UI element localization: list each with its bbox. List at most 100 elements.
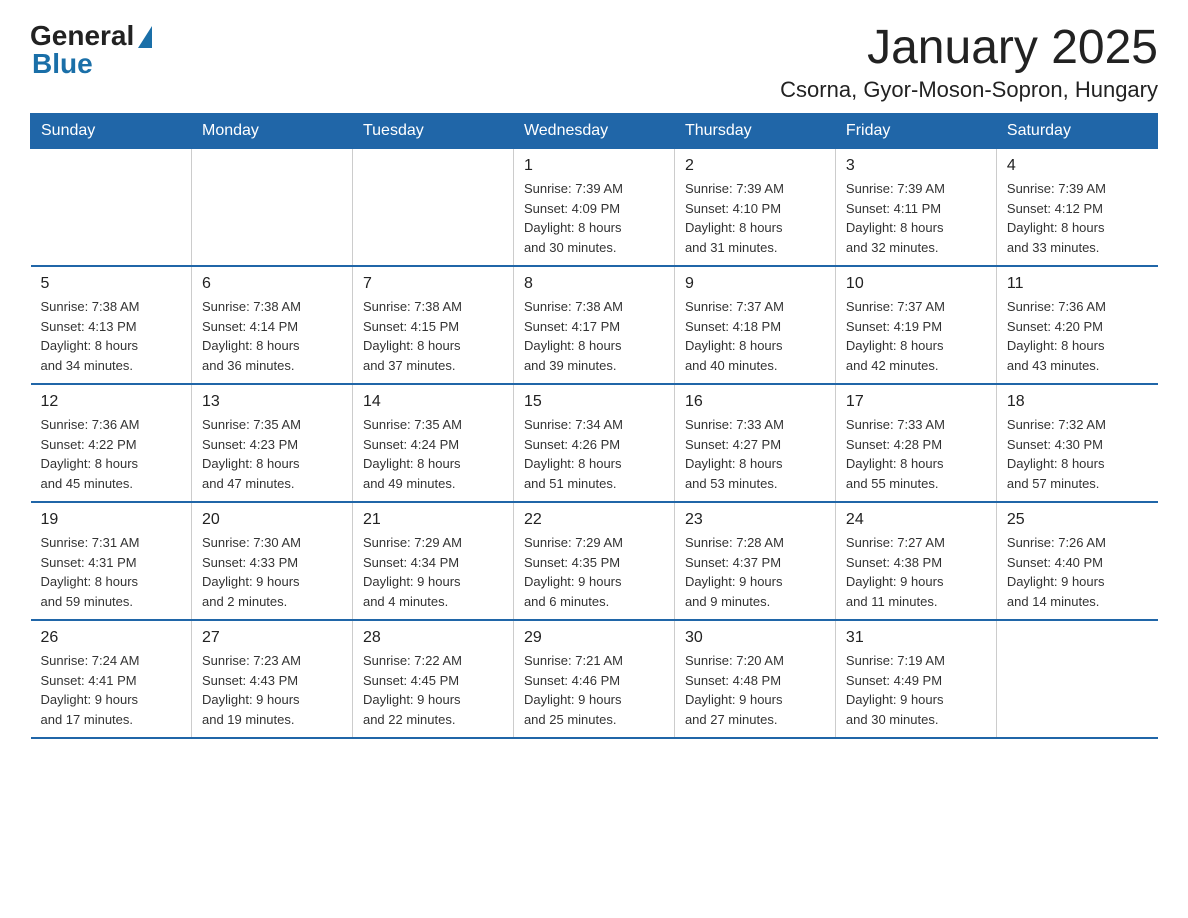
- calendar-cell: 4 Sunrise: 7:39 AM Sunset: 4:12 PM Daylig…: [996, 149, 1157, 267]
- day-number: 15: [524, 393, 664, 411]
- day-number: 17: [846, 393, 986, 411]
- day-info: Sunrise: 7:26 AM Sunset: 4:40 PM Dayligh…: [1007, 533, 1148, 611]
- day-number: 20: [202, 511, 342, 529]
- calendar-cell: 5 Sunrise: 7:38 AM Sunset: 4:13 PM Daylig…: [31, 266, 192, 384]
- calendar-cell: 30 Sunrise: 7:20 AM Sunset: 4:48 PM Dayli…: [674, 620, 835, 738]
- day-number: 28: [363, 629, 503, 647]
- day-number: 4: [1007, 157, 1148, 175]
- day-number: 29: [524, 629, 664, 647]
- day-number: 31: [846, 629, 986, 647]
- calendar-cell: 29 Sunrise: 7:21 AM Sunset: 4:46 PM Dayli…: [513, 620, 674, 738]
- calendar-table: SundayMondayTuesdayWednesdayThursdayFrid…: [30, 113, 1158, 739]
- calendar-cell: 18 Sunrise: 7:32 AM Sunset: 4:30 PM Dayli…: [996, 384, 1157, 502]
- day-number: 23: [685, 511, 825, 529]
- day-info: Sunrise: 7:20 AM Sunset: 4:48 PM Dayligh…: [685, 651, 825, 729]
- day-number: 26: [41, 629, 181, 647]
- calendar-cell: 16 Sunrise: 7:33 AM Sunset: 4:27 PM Dayli…: [674, 384, 835, 502]
- day-number: 21: [363, 511, 503, 529]
- week-row-5: 26 Sunrise: 7:24 AM Sunset: 4:41 PM Dayli…: [31, 620, 1158, 738]
- day-number: 8: [524, 275, 664, 293]
- logo-blue-text: Blue: [32, 48, 93, 80]
- calendar-cell: 19Sunrise: 7:31 AM Sunset: 4:31 PM Dayli…: [31, 502, 192, 620]
- day-info: Sunrise: 7:28 AM Sunset: 4:37 PM Dayligh…: [685, 533, 825, 611]
- day-number: 16: [685, 393, 825, 411]
- day-number: 12: [41, 393, 181, 411]
- calendar-cell: 21 Sunrise: 7:29 AM Sunset: 4:34 PM Dayli…: [352, 502, 513, 620]
- calendar-cell: 24Sunrise: 7:27 AM Sunset: 4:38 PM Dayli…: [835, 502, 996, 620]
- calendar-cell: 7Sunrise: 7:38 AM Sunset: 4:15 PM Daylig…: [352, 266, 513, 384]
- day-number: 22: [524, 511, 664, 529]
- calendar-cell: 27 Sunrise: 7:23 AM Sunset: 4:43 PM Dayli…: [191, 620, 352, 738]
- calendar-title: January 2025: [780, 20, 1158, 75]
- day-info: Sunrise: 7:31 AM Sunset: 4:31 PM Dayligh…: [41, 533, 181, 611]
- day-info: Sunrise: 7:29 AM Sunset: 4:35 PM Dayligh…: [524, 533, 664, 611]
- day-info: Sunrise: 7:21 AM Sunset: 4:46 PM Dayligh…: [524, 651, 664, 729]
- calendar-cell: 11 Sunrise: 7:36 AM Sunset: 4:20 PM Dayli…: [996, 266, 1157, 384]
- day-number: 10: [846, 275, 986, 293]
- day-info: Sunrise: 7:23 AM Sunset: 4:43 PM Dayligh…: [202, 651, 342, 729]
- day-number: 18: [1007, 393, 1148, 411]
- week-row-2: 5 Sunrise: 7:38 AM Sunset: 4:13 PM Daylig…: [31, 266, 1158, 384]
- calendar-cell: 14 Sunrise: 7:35 AM Sunset: 4:24 PM Dayli…: [352, 384, 513, 502]
- calendar-cell: 25 Sunrise: 7:26 AM Sunset: 4:40 PM Dayli…: [996, 502, 1157, 620]
- day-number: 13: [202, 393, 342, 411]
- day-header-thursday: Thursday: [674, 114, 835, 149]
- calendar-cell: 31Sunrise: 7:19 AM Sunset: 4:49 PM Dayli…: [835, 620, 996, 738]
- calendar-cell: 12 Sunrise: 7:36 AM Sunset: 4:22 PM Dayli…: [31, 384, 192, 502]
- day-info: Sunrise: 7:34 AM Sunset: 4:26 PM Dayligh…: [524, 415, 664, 493]
- day-header-saturday: Saturday: [996, 114, 1157, 149]
- day-number: 30: [685, 629, 825, 647]
- day-number: 3: [846, 157, 986, 175]
- day-header-friday: Friday: [835, 114, 996, 149]
- day-number: 6: [202, 275, 342, 293]
- title-area: January 2025 Csorna, Gyor-Moson-Sopron, …: [780, 20, 1158, 103]
- calendar-cell: 26 Sunrise: 7:24 AM Sunset: 4:41 PM Dayli…: [31, 620, 192, 738]
- header: General Blue January 2025 Csorna, Gyor-M…: [30, 20, 1158, 103]
- day-info: Sunrise: 7:33 AM Sunset: 4:28 PM Dayligh…: [846, 415, 986, 493]
- day-info: Sunrise: 7:38 AM Sunset: 4:13 PM Dayligh…: [41, 297, 181, 375]
- day-info: Sunrise: 7:38 AM Sunset: 4:17 PM Dayligh…: [524, 297, 664, 375]
- calendar-cell: 23 Sunrise: 7:28 AM Sunset: 4:37 PM Dayli…: [674, 502, 835, 620]
- week-row-4: 19Sunrise: 7:31 AM Sunset: 4:31 PM Dayli…: [31, 502, 1158, 620]
- logo: General Blue: [30, 20, 152, 80]
- day-number: 5: [41, 275, 181, 293]
- day-number: 27: [202, 629, 342, 647]
- day-info: Sunrise: 7:39 AM Sunset: 4:12 PM Dayligh…: [1007, 179, 1148, 257]
- calendar-cell: 1Sunrise: 7:39 AM Sunset: 4:09 PM Daylig…: [513, 149, 674, 267]
- day-number: 1: [524, 157, 664, 175]
- calendar-cell: 9 Sunrise: 7:37 AM Sunset: 4:18 PM Daylig…: [674, 266, 835, 384]
- day-info: Sunrise: 7:36 AM Sunset: 4:22 PM Dayligh…: [41, 415, 181, 493]
- day-number: 25: [1007, 511, 1148, 529]
- calendar-cell: [996, 620, 1157, 738]
- calendar-cell: 2Sunrise: 7:39 AM Sunset: 4:10 PM Daylig…: [674, 149, 835, 267]
- day-info: Sunrise: 7:36 AM Sunset: 4:20 PM Dayligh…: [1007, 297, 1148, 375]
- calendar-cell: 3 Sunrise: 7:39 AM Sunset: 4:11 PM Daylig…: [835, 149, 996, 267]
- day-header-sunday: Sunday: [31, 114, 192, 149]
- day-info: Sunrise: 7:32 AM Sunset: 4:30 PM Dayligh…: [1007, 415, 1148, 493]
- calendar-cell: 10Sunrise: 7:37 AM Sunset: 4:19 PM Dayli…: [835, 266, 996, 384]
- day-info: Sunrise: 7:39 AM Sunset: 4:10 PM Dayligh…: [685, 179, 825, 257]
- calendar-cell: 22 Sunrise: 7:29 AM Sunset: 4:35 PM Dayli…: [513, 502, 674, 620]
- day-header-tuesday: Tuesday: [352, 114, 513, 149]
- day-number: 7: [363, 275, 503, 293]
- day-header-row: SundayMondayTuesdayWednesdayThursdayFrid…: [31, 114, 1158, 149]
- calendar-cell: [31, 149, 192, 267]
- day-info: Sunrise: 7:39 AM Sunset: 4:11 PM Dayligh…: [846, 179, 986, 257]
- day-info: Sunrise: 7:38 AM Sunset: 4:14 PM Dayligh…: [202, 297, 342, 375]
- day-number: 9: [685, 275, 825, 293]
- day-number: 14: [363, 393, 503, 411]
- calendar-cell: 13 Sunrise: 7:35 AM Sunset: 4:23 PM Dayli…: [191, 384, 352, 502]
- logo-triangle-icon: [138, 26, 152, 48]
- calendar-cell: 17 Sunrise: 7:33 AM Sunset: 4:28 PM Dayli…: [835, 384, 996, 502]
- day-info: Sunrise: 7:30 AM Sunset: 4:33 PM Dayligh…: [202, 533, 342, 611]
- day-info: Sunrise: 7:24 AM Sunset: 4:41 PM Dayligh…: [41, 651, 181, 729]
- day-info: Sunrise: 7:35 AM Sunset: 4:23 PM Dayligh…: [202, 415, 342, 493]
- calendar-cell: 8 Sunrise: 7:38 AM Sunset: 4:17 PM Daylig…: [513, 266, 674, 384]
- day-info: Sunrise: 7:29 AM Sunset: 4:34 PM Dayligh…: [363, 533, 503, 611]
- day-info: Sunrise: 7:33 AM Sunset: 4:27 PM Dayligh…: [685, 415, 825, 493]
- day-info: Sunrise: 7:22 AM Sunset: 4:45 PM Dayligh…: [363, 651, 503, 729]
- day-number: 11: [1007, 275, 1148, 293]
- day-info: Sunrise: 7:37 AM Sunset: 4:18 PM Dayligh…: [685, 297, 825, 375]
- calendar-subtitle: Csorna, Gyor-Moson-Sopron, Hungary: [780, 77, 1158, 103]
- day-info: Sunrise: 7:35 AM Sunset: 4:24 PM Dayligh…: [363, 415, 503, 493]
